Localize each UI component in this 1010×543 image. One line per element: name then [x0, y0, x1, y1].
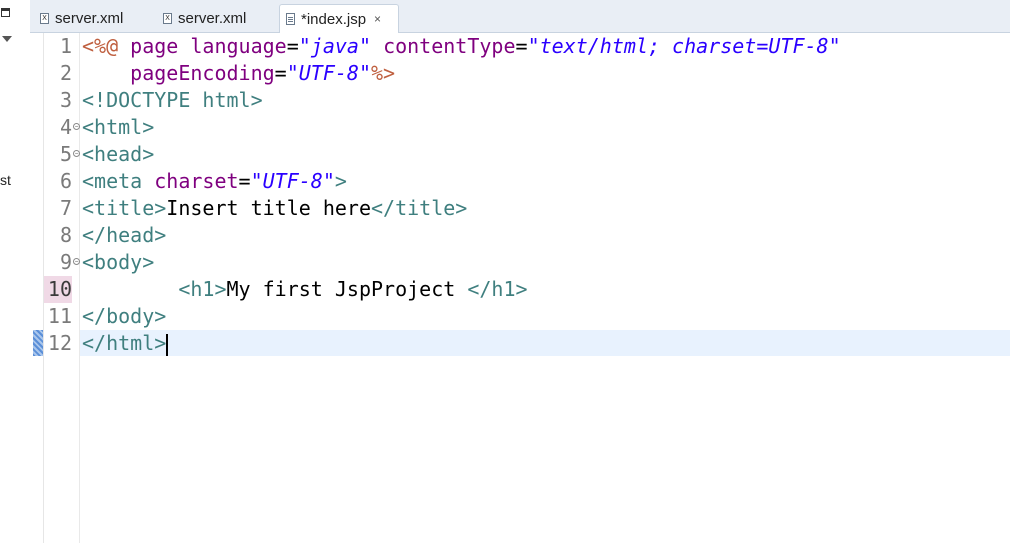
code-token-txt: Insert title here	[166, 196, 371, 220]
code-line[interactable]: 10 <h1>My first JspProject </h1>	[44, 276, 1010, 303]
code-line[interactable]: 1 <%@ page language="java" contentType="t…	[44, 33, 1010, 60]
close-tab-icon[interactable]: ×	[374, 13, 381, 25]
code-token-attr: pageEncoding	[130, 61, 275, 85]
code-token-dir: <%@	[82, 34, 131, 58]
code-line[interactable]: 4− <html>	[44, 114, 1010, 141]
code-token-val: "text/html; charset=UTF-8"	[527, 34, 841, 58]
current-line-marker	[33, 330, 43, 356]
line-number: 9	[59, 250, 72, 274]
line-number: 4	[59, 115, 72, 139]
code-token-attr: page	[130, 34, 191, 58]
code-line[interactable]: 11 </body>	[44, 303, 1010, 330]
code-text: <h1>My first JspProject </h1>	[82, 276, 528, 303]
line-number: 8	[59, 223, 72, 247]
fold-toggle-icon[interactable]: −	[73, 258, 80, 265]
code-text: pageEncoding="UTF-8"%>	[82, 60, 395, 87]
code-editor[interactable]: 1 <%@ page language="java" contentType="t…	[30, 33, 1010, 543]
code-line[interactable]: 3 <!DOCTYPE html>	[44, 87, 1010, 114]
code-text: </head>	[82, 222, 166, 249]
code-text: <title>Insert title here</title>	[82, 195, 467, 222]
fold-toggle-icon[interactable]: −	[73, 150, 80, 157]
line-number: 12	[47, 331, 72, 355]
line-number: 2	[59, 61, 72, 85]
xml-file-icon: X	[163, 13, 172, 24]
code-token-tag: </h1>	[467, 277, 528, 301]
jsp-file-icon	[286, 13, 295, 25]
overview-ruler[interactable]	[30, 33, 44, 543]
code-text: <!DOCTYPE html>	[82, 87, 263, 114]
code-text: <meta charset="UTF-8">	[82, 168, 347, 195]
code-text: </body>	[82, 303, 166, 330]
code-token-tag: <head>	[82, 142, 155, 166]
tab-label: server.xml	[55, 10, 124, 27]
tab-label: *index.jsp	[301, 10, 367, 28]
restore-icon[interactable]	[1, 8, 10, 17]
code-token-tag: <meta	[82, 169, 155, 193]
code-line[interactable]: 12 </html>	[44, 330, 1010, 357]
line-number: 10	[44, 276, 72, 303]
code-token-txt: My first JspProject	[226, 277, 468, 301]
code-token-val: "UTF-8"	[250, 169, 335, 193]
line-number: 11	[47, 304, 72, 328]
code-token-tag: <h1>	[178, 277, 227, 301]
code-token-val: "UTF-8"	[286, 61, 372, 85]
code-token-tag: </head>	[82, 223, 167, 247]
fold-toggle-icon[interactable]: −	[73, 123, 80, 130]
code-token-tag: <body>	[82, 250, 155, 274]
code-token-tag: html	[202, 88, 251, 112]
tab-index-jsp[interactable]: *index.jsp ×	[279, 4, 399, 33]
code-token-tag: </html>	[82, 331, 167, 355]
tab-server-xml-2[interactable]: X server.xml	[157, 4, 275, 33]
code-line[interactable]: 8 </head>	[44, 222, 1010, 249]
code-line[interactable]: 2 pageEncoding="UTF-8"%>	[44, 60, 1010, 87]
code-text: <html>	[82, 114, 154, 141]
code-line[interactable]: 7 <title>Insert title here</title>	[44, 195, 1010, 222]
code-token-txt: =	[286, 34, 299, 58]
code-text: <body>	[82, 249, 154, 276]
code-token-txt: =	[515, 34, 528, 58]
tab-server-xml-1[interactable]: X server.xml	[34, 4, 152, 33]
line-number: 5	[59, 142, 72, 166]
code-line[interactable]: 5− <head>	[44, 141, 1010, 168]
code-token-tag: </body>	[82, 304, 167, 328]
xml-file-icon: X	[40, 13, 49, 24]
code-text: <%@ page language="java" contentType="te…	[82, 33, 841, 60]
code-token-tag: <!DOCTYPE	[82, 88, 203, 112]
line-number: 7	[59, 196, 72, 220]
code-text: </html>	[82, 330, 169, 357]
left-panel-sliver: st	[0, 0, 31, 543]
left-panel-cut-text: st	[0, 172, 11, 188]
line-number: 3	[59, 88, 72, 112]
code-token-val: "java"	[298, 34, 372, 58]
code-token-tag: >	[250, 88, 263, 112]
code-line[interactable]: 6 <meta charset="UTF-8">	[44, 168, 1010, 195]
code-token-tag: <title>	[82, 196, 167, 220]
view-menu-arrow-icon[interactable]	[2, 36, 12, 42]
code-line[interactable]: 9− <body>	[44, 249, 1010, 276]
code-token-tag: <html>	[82, 115, 155, 139]
code-token-tag: >	[334, 169, 347, 193]
code-token-tag: </title>	[371, 196, 468, 220]
code-token-attr: contentType	[383, 34, 516, 58]
code-token-attr: charset	[154, 169, 239, 193]
eclipse-window: st X server.xml X server.xml *index.jsp …	[0, 0, 1010, 543]
line-number: 1	[59, 34, 72, 58]
tab-label: server.xml	[178, 10, 247, 27]
code-text: <head>	[82, 141, 154, 168]
line-number: 6	[59, 169, 72, 193]
text-caret	[166, 333, 169, 356]
code-token-dir: %>	[371, 61, 396, 85]
code-token-txt: =	[238, 169, 251, 193]
editor-tab-bar: X server.xml X server.xml *index.jsp ×	[30, 0, 1010, 33]
code-token-attr: language	[190, 34, 287, 58]
code-token-txt: =	[274, 61, 287, 85]
